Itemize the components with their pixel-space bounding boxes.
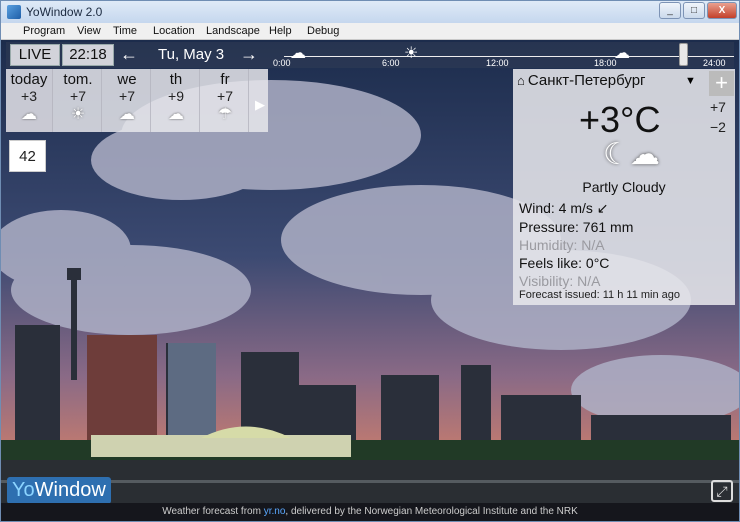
tick-label: 6:00 <box>382 58 400 68</box>
humidity-row: Humidity: N/A <box>519 237 605 253</box>
counter-box: 42 <box>9 140 46 172</box>
app-icon <box>7 5 21 19</box>
max-temp: +7 <box>710 99 726 115</box>
live-button[interactable]: LIVE <box>10 44 60 66</box>
time-bar: LIVE 22:18 ← Tu, May 3 → ☁ ☀ ☁ 0:00 6:00… <box>6 42 734 68</box>
sun-icon: ☀ <box>70 106 86 123</box>
forecast-day-temp: +7 <box>217 88 233 104</box>
forecast-day-temp: +9 <box>168 88 184 104</box>
tick-label: 18:00 <box>594 58 617 68</box>
menu-debug[interactable]: Debug <box>307 25 339 37</box>
pressure-row: Pressure: 761 mm <box>519 219 634 235</box>
logo-window: Window <box>34 479 106 501</box>
condition-text: Partly Cloudy <box>582 179 666 195</box>
maximize-button[interactable]: □ <box>683 2 705 19</box>
menu-bar: Program View Time Location Landscape Hel… <box>1 23 739 40</box>
forecast-day-temp: +3 <box>21 88 37 104</box>
prev-day-arrow-icon[interactable]: ← <box>120 44 138 64</box>
forecast-day[interactable]: tom. +7 ☀ <box>55 69 102 132</box>
footer-suffix: , delivered by the Norwegian Meteorologi… <box>285 506 578 517</box>
current-weather-panel: ⌂ Санкт-Петербург ▼ + +7 −2 +3°C ☾☁ Partl… <box>513 69 735 305</box>
feels-like-row: Feels like: 0°C <box>519 255 610 271</box>
timeline[interactable]: ☁ ☀ ☁ <box>284 45 734 62</box>
logo-yo: Yo <box>12 479 35 501</box>
next-day-arrow-icon[interactable]: → <box>240 44 258 64</box>
visibility-row: Visibility: N/A <box>519 273 601 289</box>
app-window: YoWindow 2.0 _ □ X Program View Time Loc… <box>0 0 740 522</box>
weather-scene: LIVE 22:18 ← Tu, May 3 → ☁ ☀ ☁ 0:00 6:00… <box>1 40 739 521</box>
forecast-day[interactable]: we +7 ☁ <box>104 69 151 132</box>
window-title: YoWindow 2.0 <box>26 5 103 19</box>
forecast-day-name: today <box>10 71 48 88</box>
forecast-day-name: we <box>117 71 137 88</box>
forecast-day-name: fr <box>220 71 230 88</box>
min-temp: −2 <box>710 119 726 135</box>
minimize-button[interactable]: _ <box>659 2 681 19</box>
time-slider-handle[interactable] <box>679 43 688 66</box>
forecast-day[interactable]: th +9 ☁ <box>153 69 200 132</box>
forecast-day-name: tom. <box>63 71 93 88</box>
moon-cloud-icon: ☾☁ <box>603 138 660 171</box>
menu-landscape[interactable]: Landscape <box>206 25 260 37</box>
menu-location[interactable]: Location <box>153 25 195 37</box>
title-bar: YoWindow 2.0 _ □ X <box>1 1 739 23</box>
forecast-issued: Forecast issued: 11 h 11 min ago <box>519 289 681 301</box>
tick-label: 12:00 <box>486 58 509 68</box>
close-button[interactable]: X <box>707 2 737 19</box>
menu-help[interactable]: Help <box>269 25 292 37</box>
forecast-day[interactable]: today +3 ☁ <box>6 69 53 132</box>
menu-view[interactable]: View <box>77 25 101 37</box>
location-name: Санкт-Петербург <box>527 72 646 89</box>
current-time: 22:18 <box>62 44 114 66</box>
sun-icon: ☀ <box>404 45 419 62</box>
home-icon: ⌂ <box>517 73 525 88</box>
cloud-icon: ☁ <box>168 106 184 123</box>
forecast-day-temp: +7 <box>119 88 135 104</box>
yrno-link[interactable]: yr.no <box>264 506 286 517</box>
fullscreen-icon[interactable]: ⤢ <box>711 480 733 502</box>
forecast-day-temp: +7 <box>70 88 86 104</box>
yowindow-logo[interactable]: YoWindow <box>7 477 111 504</box>
cloud-sun-icon: ☁ <box>290 45 306 62</box>
add-location-button[interactable]: + <box>709 71 734 96</box>
tick-label: 24:00 <box>703 58 726 68</box>
footer-prefix: Weather forecast from <box>162 506 264 517</box>
forecast-day-name: th <box>169 71 183 88</box>
location-selector[interactable]: ⌂ Санкт-Петербург <box>517 72 646 89</box>
tick-label: 0:00 <box>273 58 291 68</box>
cloud-icon: ☁ <box>21 106 37 123</box>
chevron-down-icon[interactable]: ▼ <box>685 75 696 87</box>
forecast-more-arrow-icon[interactable]: ▶ <box>255 97 265 113</box>
credits-footer: Weather forecast from yr.no, delivered b… <box>1 503 739 521</box>
menu-program[interactable]: Program <box>23 25 65 37</box>
menu-time[interactable]: Time <box>113 25 137 37</box>
wind-row: Wind: 4 m/s ↙ <box>519 200 609 216</box>
cloud-icon: ☁ <box>119 106 135 123</box>
current-date: Tu, May 3 <box>158 46 225 63</box>
forecast-day[interactable]: fr +7 ☂ <box>202 69 249 132</box>
forecast-strip: today +3 ☁ tom. +7 ☀ we +7 ☁ th +9 ☁ fr <box>6 69 268 132</box>
current-temperature: +3°C <box>579 99 661 140</box>
rain-cloud-icon: ☂ <box>217 106 233 123</box>
